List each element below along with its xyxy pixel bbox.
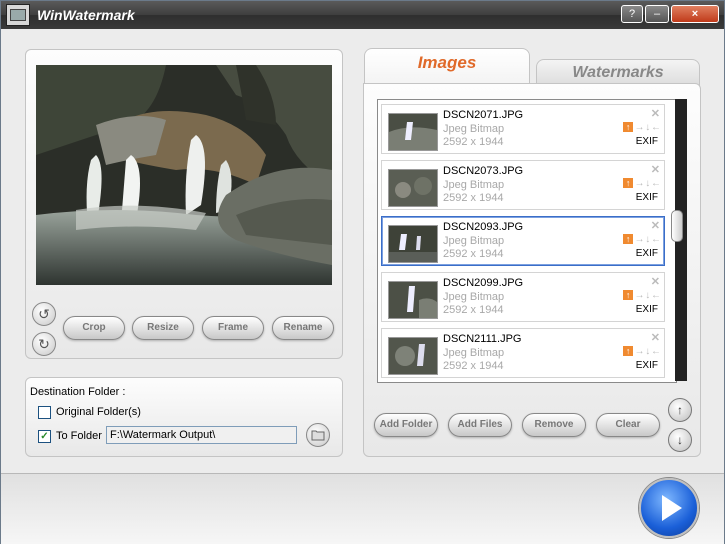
arrow-up-icon[interactable]: ↑ — [622, 290, 633, 300]
file-type: Jpeg Bitmap — [443, 291, 505, 303]
list-item[interactable]: DSCN2073.JPG Jpeg Bitmap 2592 x 1944 ✕ ↑… — [381, 160, 665, 210]
position-arrows[interactable]: ↑ → ↓ ← — [622, 234, 661, 245]
frame-button[interactable]: Frame — [202, 316, 264, 340]
image-list[interactable]: DSCN2071.JPG Jpeg Bitmap 2592 x 1944 ✕ ↑… — [377, 99, 677, 383]
remove-item-icon[interactable]: ✕ — [651, 331, 660, 344]
remove-item-icon[interactable]: ✕ — [651, 219, 660, 232]
thumbnail-image — [388, 113, 438, 151]
destination-title: Destination Folder : — [30, 386, 126, 398]
clear-button[interactable]: Clear — [596, 413, 660, 437]
arrow-right-icon[interactable]: → — [634, 122, 644, 133]
start-processing-play-icon[interactable] — [639, 478, 699, 538]
help-button[interactable]: ? — [621, 5, 643, 23]
add-files-button[interactable]: Add Files — [448, 413, 512, 437]
file-type: Jpeg Bitmap — [443, 235, 505, 247]
remove-item-icon[interactable]: ✕ — [651, 107, 660, 120]
list-item-selected[interactable]: DSCN2093.JPG Jpeg Bitmap 2592 x 1944 ✕ ↑… — [381, 216, 665, 266]
file-dimensions: 2592 x 1944 — [443, 248, 504, 260]
original-folder-label: Original Folder(s) — [56, 406, 141, 418]
arrow-left-icon[interactable]: ← — [651, 178, 661, 189]
title-bar[interactable]: WinWatermark ? – × — [1, 1, 724, 29]
minimize-button[interactable]: – — [645, 5, 669, 23]
move-down-icon[interactable]: ↓ — [668, 428, 692, 452]
thumbnail-image — [388, 337, 438, 375]
position-arrows[interactable]: ↑ → ↓ ← — [622, 346, 661, 357]
file-name: DSCN2111.JPG — [443, 333, 522, 345]
position-arrows[interactable]: ↑ → ↓ ← — [622, 122, 661, 133]
remove-item-icon[interactable]: ✕ — [651, 163, 660, 176]
preview-panel: ↺ ↻ Crop Resize Frame Rename — [25, 49, 343, 359]
exif-label[interactable]: EXIF — [636, 192, 658, 203]
thumbnail-image — [388, 281, 438, 319]
arrow-right-icon[interactable]: → — [634, 346, 644, 357]
arrow-left-icon[interactable]: ← — [651, 346, 661, 357]
list-item[interactable]: DSCN2099.JPG Jpeg Bitmap 2592 x 1944 ✕ ↑… — [381, 272, 665, 322]
arrow-down-icon[interactable]: ↓ — [645, 234, 650, 245]
folder-path-input[interactable]: F:\Watermark Output\ — [106, 426, 297, 444]
arrow-left-icon[interactable]: ← — [651, 234, 661, 245]
position-arrows[interactable]: ↑ → ↓ ← — [622, 178, 661, 189]
exif-label[interactable]: EXIF — [636, 136, 658, 147]
tab-images[interactable]: Images — [364, 48, 530, 85]
file-name: DSCN2073.JPG — [443, 165, 524, 177]
exif-label[interactable]: EXIF — [636, 248, 658, 259]
to-folder-label: To Folder — [56, 430, 102, 442]
exif-label[interactable]: EXIF — [636, 360, 658, 371]
arrow-up-icon[interactable]: ↑ — [622, 178, 633, 188]
app-icon[interactable] — [6, 4, 30, 26]
remove-button[interactable]: Remove — [522, 413, 586, 437]
images-panel: DSCN2071.JPG Jpeg Bitmap 2592 x 1944 ✕ ↑… — [363, 83, 701, 457]
arrow-up-icon[interactable]: ↑ — [622, 234, 633, 244]
list-item[interactable]: DSCN2071.JPG Jpeg Bitmap 2592 x 1944 ✕ ↑… — [381, 104, 665, 154]
rotate-cw-icon[interactable]: ↻ — [32, 332, 56, 356]
remove-item-icon[interactable]: ✕ — [651, 275, 660, 288]
arrow-up-icon[interactable]: ↑ — [622, 346, 633, 356]
bottom-bar — [1, 473, 724, 544]
file-name: DSCN2099.JPG — [443, 277, 524, 289]
arrow-right-icon[interactable]: → — [634, 234, 644, 245]
close-button[interactable]: × — [671, 5, 719, 23]
arrow-right-icon[interactable]: → — [634, 178, 644, 189]
resize-button[interactable]: Resize — [132, 316, 194, 340]
arrow-up-icon[interactable]: ↑ — [622, 122, 633, 132]
rename-button[interactable]: Rename — [272, 316, 334, 340]
list-item[interactable]: DSCN2111.JPG Jpeg Bitmap 2592 x 1944 ✕ ↑… — [381, 328, 665, 378]
file-dimensions: 2592 x 1944 — [443, 304, 504, 316]
browse-folder-icon[interactable] — [306, 423, 330, 447]
arrow-down-icon[interactable]: ↓ — [645, 122, 650, 133]
arrow-down-icon[interactable]: ↓ — [645, 178, 650, 189]
file-dimensions: 2592 x 1944 — [443, 136, 504, 148]
window-title: WinWatermark — [37, 7, 135, 23]
file-name: DSCN2071.JPG — [443, 109, 524, 121]
arrow-left-icon[interactable]: ← — [651, 122, 661, 133]
file-type: Jpeg Bitmap — [443, 123, 505, 135]
file-dimensions: 2592 x 1944 — [443, 360, 504, 372]
arrow-down-icon[interactable]: ↓ — [645, 290, 650, 301]
arrow-down-icon[interactable]: ↓ — [645, 346, 650, 357]
exif-label[interactable]: EXIF — [636, 304, 658, 315]
scrollbar-thumb[interactable] — [671, 210, 683, 242]
file-dimensions: 2592 x 1944 — [443, 192, 504, 204]
file-type: Jpeg Bitmap — [443, 179, 505, 191]
original-folder-checkbox[interactable] — [38, 406, 51, 419]
add-folder-button[interactable]: Add Folder — [374, 413, 438, 437]
tab-watermarks[interactable]: Watermarks — [536, 59, 700, 86]
thumbnail-image — [388, 169, 438, 207]
to-folder-checkbox[interactable]: ✓ — [38, 430, 51, 443]
waterfall-image — [36, 65, 332, 285]
file-name: DSCN2093.JPG — [443, 221, 524, 233]
app-window: WinWatermark ? – × ↺ ↻ Crop Resize Frame… — [0, 0, 725, 544]
file-type: Jpeg Bitmap — [443, 347, 505, 359]
arrow-left-icon[interactable]: ← — [651, 290, 661, 301]
position-arrows[interactable]: ↑ → ↓ ← — [622, 290, 661, 301]
crop-button[interactable]: Crop — [63, 316, 125, 340]
destination-panel: Destination Folder : Original Folder(s) … — [25, 377, 343, 457]
rotate-ccw-icon[interactable]: ↺ — [32, 302, 56, 326]
image-preview — [36, 65, 332, 285]
thumbnail-image — [388, 225, 438, 263]
arrow-right-icon[interactable]: → — [634, 290, 644, 301]
move-up-icon[interactable]: ↑ — [668, 398, 692, 422]
